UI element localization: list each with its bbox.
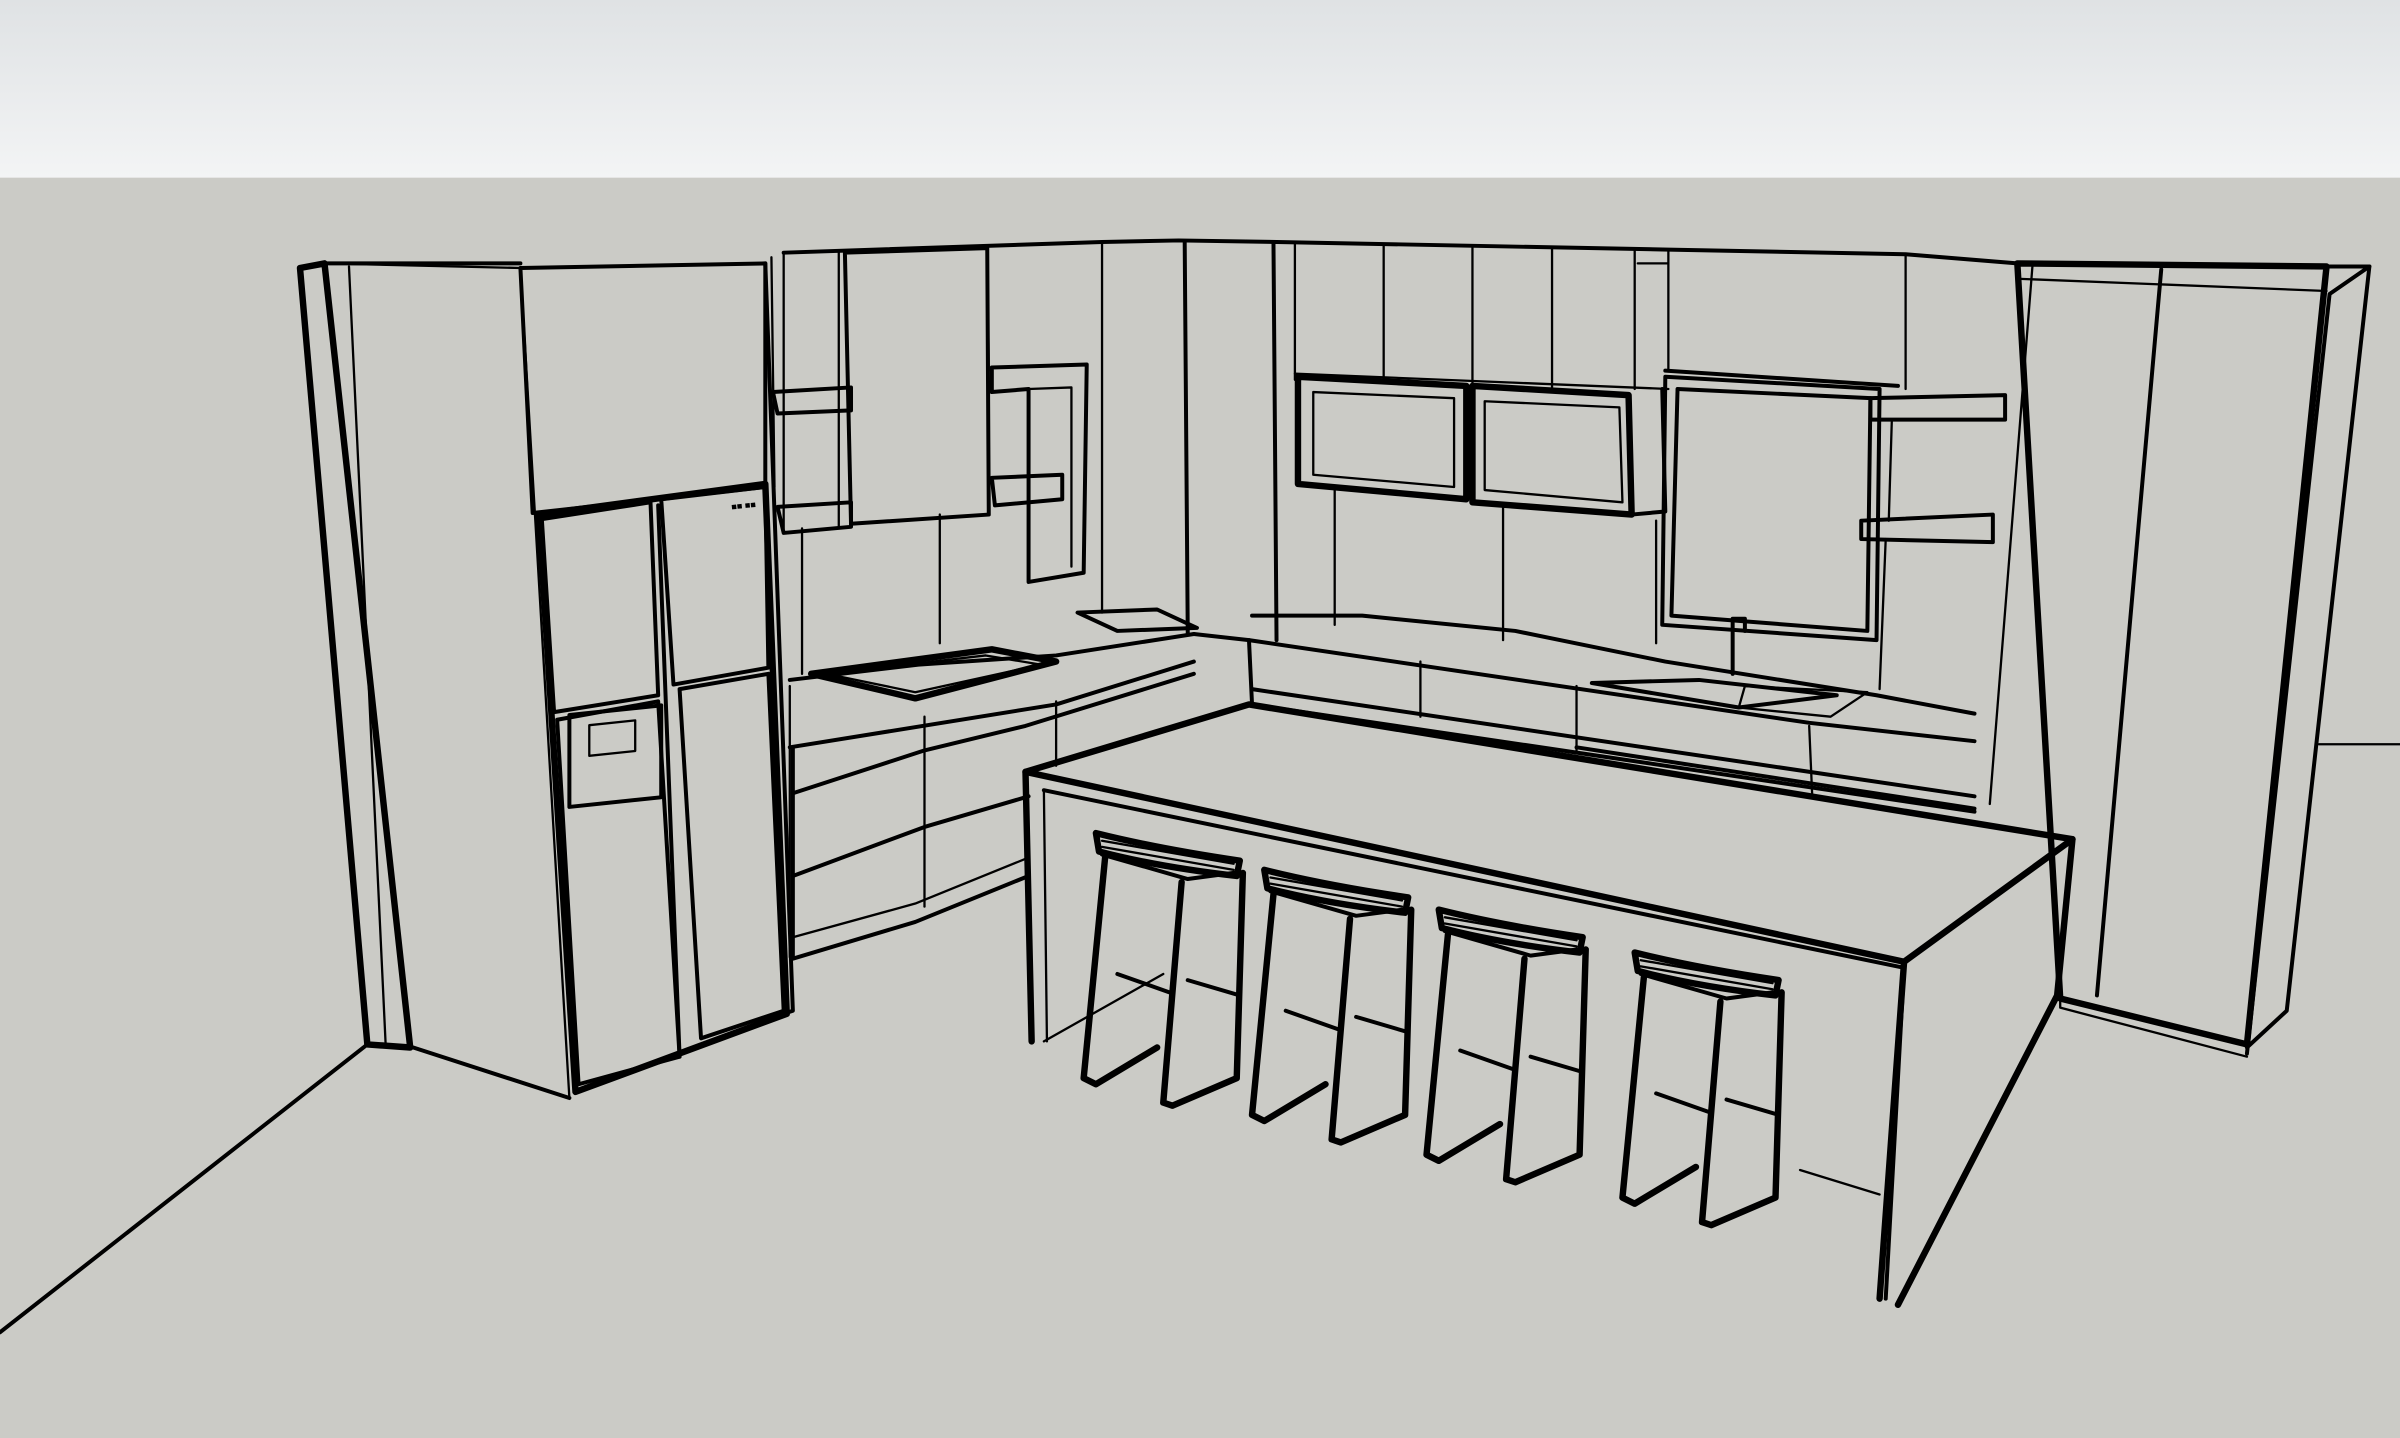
sky-background xyxy=(0,0,2400,178)
sketchup-viewport[interactable]: ■■ ■■ xyxy=(0,0,2400,1438)
kitchen-3d-model[interactable]: ■■ ■■ xyxy=(0,0,2400,1438)
